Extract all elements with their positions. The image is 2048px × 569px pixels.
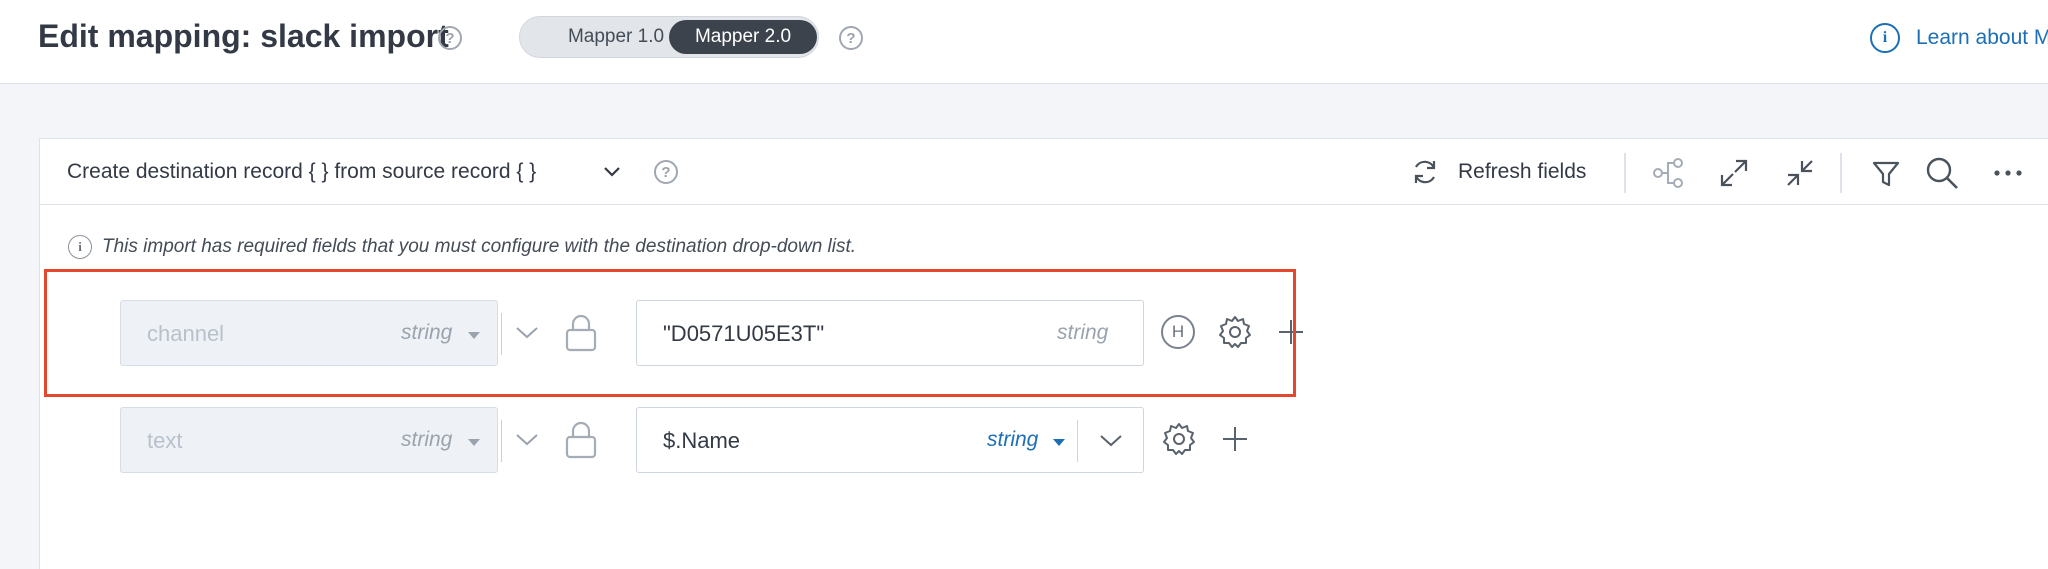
question-circle-icon[interactable]: ?	[438, 26, 462, 50]
field-divider	[1077, 420, 1078, 462]
field-divider	[501, 313, 502, 355]
tree-icon[interactable]	[1650, 155, 1686, 191]
destination-field-name: channel	[147, 321, 225, 346]
toolbar-divider	[1840, 153, 1842, 193]
mapping-card: Create destination record { } from sourc…	[39, 138, 2048, 569]
caret-down-icon[interactable]	[1053, 439, 1065, 446]
question-circle-icon[interactable]: ?	[654, 160, 678, 184]
plus-icon[interactable]	[1221, 425, 1249, 453]
mapping-row: text string $.Name string	[40, 407, 1340, 473]
chevron-down-icon[interactable]	[1099, 434, 1123, 448]
source-type[interactable]: string	[987, 428, 1038, 452]
expand-icon[interactable]	[1716, 155, 1752, 191]
caret-down-icon[interactable]	[468, 332, 480, 339]
source-field[interactable]: $.Name string	[636, 407, 1144, 473]
search-icon[interactable]	[1924, 155, 1960, 191]
field-divider	[501, 420, 502, 462]
chevron-down-icon[interactable]	[515, 326, 539, 340]
refresh-fields-label: Refresh fields	[1458, 160, 1587, 183]
page-header: Edit mapping: slack import ? Mapper 1.0 …	[0, 0, 2048, 84]
caret-down-icon[interactable]	[468, 439, 480, 446]
hardcoded-badge: H	[1161, 315, 1195, 349]
record-select-label[interactable]: Create destination record { } from sourc…	[67, 160, 536, 184]
gear-icon[interactable]	[1161, 421, 1197, 457]
learn-link-label: Learn about Mapper 2.0	[1916, 26, 2048, 49]
source-type: string	[1057, 321, 1109, 344]
mapper-version-toggle: Mapper 1.0 Mapper 2.0	[519, 16, 819, 58]
destination-type: string	[401, 321, 453, 344]
filter-icon[interactable]	[1868, 155, 1904, 191]
notice-text: This import has required fields that you…	[102, 236, 857, 257]
source-field-value: "D0571U05E3T"	[663, 321, 825, 346]
destination-field[interactable]: channel string	[120, 300, 502, 366]
required-fields-notice: i This import has required fields that y…	[68, 235, 856, 259]
chevron-down-icon[interactable]	[603, 165, 621, 179]
mapping-toolbar: Create destination record { } from sourc…	[40, 139, 2048, 205]
chevron-down-icon[interactable]	[515, 433, 539, 447]
source-field-value: $.Name	[663, 428, 741, 453]
page-title: Edit mapping: slack import	[38, 18, 449, 54]
lock-icon	[565, 314, 597, 352]
mapper-2-button[interactable]: Mapper 2.0	[669, 20, 817, 54]
learn-link[interactable]: i Learn about Mapper 2.0	[1870, 20, 2048, 56]
destination-field[interactable]: text string	[120, 407, 502, 473]
info-circle-icon: i	[1870, 23, 1900, 53]
lock-icon	[565, 421, 597, 459]
info-circle-icon: i	[68, 235, 92, 259]
collapse-icon[interactable]	[1782, 155, 1818, 191]
refresh-icon	[1414, 160, 1436, 184]
toolbar-divider	[1624, 153, 1626, 193]
more-icon[interactable]	[1990, 155, 2026, 191]
mapping-row: channel string "D0571U05E3T" string H	[40, 300, 1340, 366]
destination-field-name: text	[147, 428, 183, 453]
destination-type: string	[401, 428, 453, 451]
plus-icon[interactable]	[1277, 318, 1305, 346]
refresh-fields-button[interactable]: Refresh fields	[1410, 155, 1586, 189]
question-circle-icon[interactable]: ?	[839, 26, 863, 50]
gear-icon[interactable]	[1217, 314, 1253, 350]
source-field[interactable]: "D0571U05E3T" string	[636, 300, 1144, 366]
